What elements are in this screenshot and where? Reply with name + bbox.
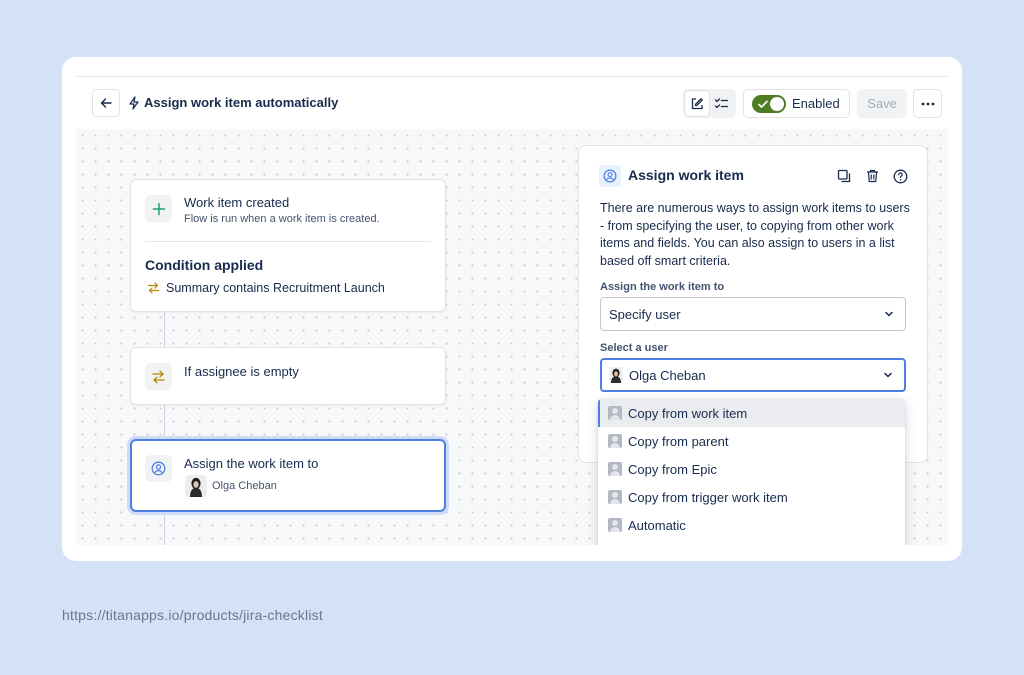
panel-icon-box [599, 165, 621, 187]
default-avatar-icon [608, 490, 622, 504]
page-title: Assign work item automatically [144, 95, 339, 110]
swap-icon [152, 370, 165, 383]
assign-action-node[interactable]: Assign the work item to Olga Cheban [130, 439, 446, 512]
user-circle-icon [151, 461, 166, 476]
checklist-view-button[interactable] [709, 91, 733, 116]
user-options-dropdown: Copy from work item Copy from parent Cop… [598, 399, 905, 545]
default-avatar-icon [608, 518, 622, 532]
arrow-left-icon [100, 98, 112, 108]
help-button[interactable] [891, 167, 909, 185]
enabled-toggle[interactable] [752, 94, 786, 113]
dropdown-option-label: Copy from work item [628, 405, 748, 421]
dropdown-option-label: Copy from trigger work item [628, 489, 788, 505]
check-icon [758, 100, 768, 108]
delete-button[interactable] [863, 167, 881, 185]
chevron-down-icon [884, 372, 892, 378]
user-circle-icon [603, 169, 617, 183]
default-avatar-icon [608, 462, 622, 476]
assign-icon-box [145, 455, 172, 482]
copy-icon [837, 169, 851, 183]
connector-line [164, 511, 165, 545]
duplicate-button[interactable] [835, 167, 853, 185]
user-select-value: Olga Cheban [629, 367, 706, 383]
chevron-down-icon [885, 311, 893, 317]
rule-title-group: Assign work item automatically [128, 95, 338, 110]
assign-field-label: Assign the work item to [600, 281, 725, 293]
connector-line [164, 404, 165, 440]
panel-description: There are numerous ways to assign work i… [600, 201, 910, 268]
condition-title: Condition applied [145, 257, 264, 273]
source-url: https://titanapps.io/products/jira-check… [62, 607, 323, 623]
node-divider [145, 241, 431, 242]
lightning-icon [129, 95, 139, 110]
dropdown-option-label: Copy from parent [628, 433, 729, 449]
trash-icon [866, 169, 878, 183]
trigger-node[interactable]: Work item created Flow is run when a wor… [130, 179, 446, 312]
connector-line [164, 311, 165, 348]
rule-header: Assign work item automatically Enabled S… [92, 89, 942, 119]
flow-canvas: Work item created Flow is run when a wor… [76, 129, 948, 545]
back-button[interactable] [92, 89, 120, 117]
top-divider [76, 76, 948, 77]
dropdown-option-label: Copy from Epic [628, 461, 717, 477]
default-avatar-icon [608, 434, 622, 448]
more-actions-button[interactable] [913, 89, 942, 118]
trigger-subtitle: Flow is run when a work item is created. [184, 213, 380, 225]
edit-view-button[interactable] [685, 91, 709, 116]
dropdown-option[interactable]: Automatic [598, 511, 905, 539]
action-node-user: Olga Cheban [212, 480, 277, 492]
panel-title: Assign work item [628, 167, 744, 183]
if-condition-node[interactable]: If assignee is empty [130, 347, 446, 405]
dropdown-option[interactable]: Copy from trigger work item [598, 483, 905, 511]
toggle-knob [770, 96, 784, 111]
user-select[interactable]: Olga Cheban [600, 358, 906, 392]
assign-method-value: Specify user [609, 306, 681, 322]
more-icon [921, 102, 934, 105]
if-icon-box [145, 363, 172, 390]
select-user-label: Select a user [600, 342, 668, 354]
condition-text: Summary contains Recruitment Launch [166, 281, 385, 295]
assign-method-select[interactable]: Specify user [600, 297, 906, 331]
trigger-title: Work item created [184, 195, 290, 210]
plus-icon [152, 202, 165, 215]
rule-editor-card: Assign work item automatically Enabled S… [62, 57, 962, 561]
default-avatar-icon [608, 406, 622, 420]
panel-actions [835, 167, 909, 185]
swap-icon [147, 282, 160, 294]
help-icon [893, 169, 907, 183]
user-avatar-icon [609, 367, 623, 383]
user-photo-icon [185, 475, 207, 497]
edit-icon [691, 97, 703, 109]
user-avatar [185, 475, 207, 497]
enabled-toggle-box: Enabled [743, 89, 850, 118]
dropdown-option[interactable]: Copy from work item [598, 399, 905, 427]
trigger-icon-box [145, 195, 172, 222]
view-toggle [683, 89, 736, 118]
checklist-icon [714, 97, 728, 108]
enabled-label: Enabled [792, 96, 840, 111]
dropdown-option[interactable]: Copy from Epic [598, 455, 905, 483]
action-node-title: Assign the work item to [184, 456, 319, 471]
dropdown-option-label: Automatic [628, 517, 686, 533]
if-node-title: If assignee is empty [184, 364, 299, 379]
dropdown-option[interactable]: Copy from parent [598, 427, 905, 455]
save-button[interactable]: Save [857, 89, 907, 118]
